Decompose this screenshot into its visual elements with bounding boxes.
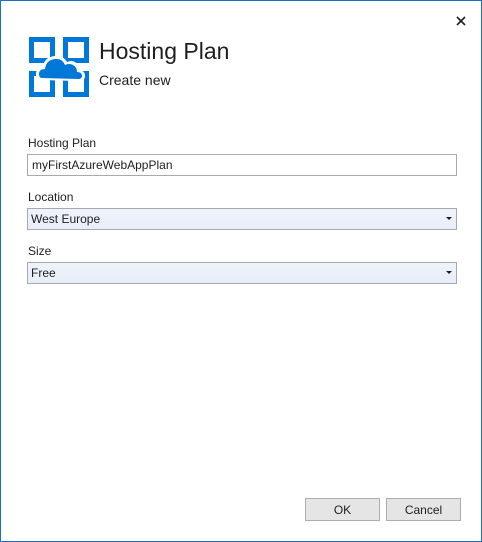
hosting-plan-dialog: Hosting Plan Create new Hosting Plan Loc… <box>0 0 482 542</box>
dialog-title: Hosting Plan <box>99 38 230 64</box>
chevron-down-icon <box>446 271 452 274</box>
close-icon <box>456 16 466 26</box>
close-button[interactable] <box>453 13 469 29</box>
chevron-down-icon <box>446 217 452 220</box>
hosting-plan-label: Hosting Plan <box>28 136 97 150</box>
ok-button[interactable]: OK <box>305 498 380 521</box>
size-selected-value: Free <box>31 266 56 280</box>
size-label: Size <box>28 244 52 258</box>
azure-cloud-hosting-icon <box>29 37 89 97</box>
location-selected-value: West Europe <box>31 212 101 226</box>
cancel-button[interactable]: Cancel <box>386 498 461 521</box>
hosting-plan-input[interactable] <box>27 154 457 176</box>
dialog-subtitle: Create new <box>99 72 171 88</box>
location-label: Location <box>28 190 74 204</box>
size-dropdown[interactable]: Free <box>27 262 457 284</box>
location-dropdown[interactable]: West Europe <box>27 208 457 230</box>
